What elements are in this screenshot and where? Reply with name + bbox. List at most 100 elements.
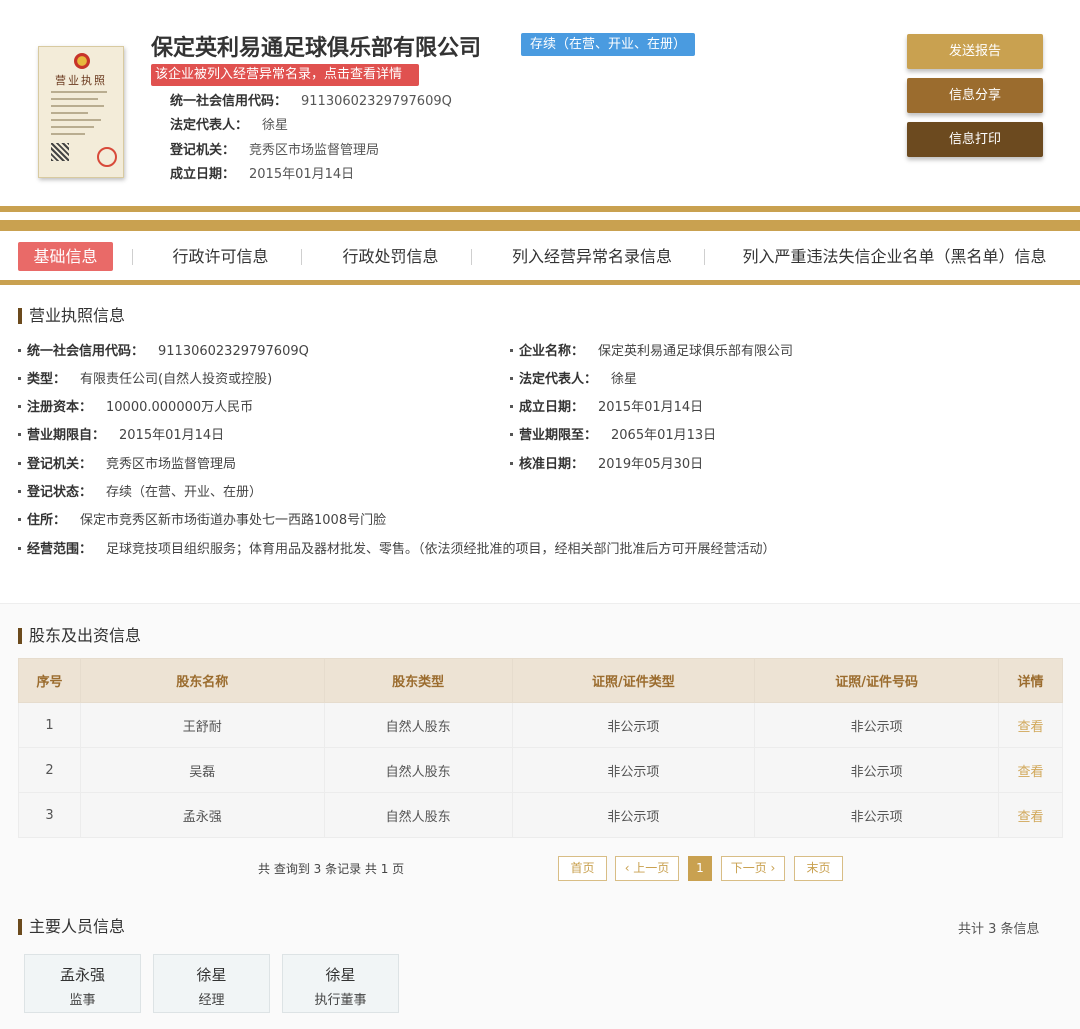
tab-abnormal-list[interactable]: 列入经营异常名录信息 bbox=[505, 242, 679, 271]
header-credit-code-value: 91130602329797609Q bbox=[301, 94, 452, 109]
field-value: 竞秀区市场监督管理局 bbox=[106, 457, 237, 472]
cell-shareholder-name: 孟永强 bbox=[79, 792, 325, 838]
person-card[interactable]: 徐星 执行董事 bbox=[282, 954, 399, 1013]
field-label: 成立日期： bbox=[519, 400, 585, 415]
field-value: 2015年01月14日 bbox=[119, 428, 225, 443]
cell-index: 3 bbox=[18, 792, 81, 838]
tab-separator bbox=[704, 249, 705, 265]
tab-basic-info[interactable]: 基础信息 bbox=[18, 242, 113, 271]
field-value: 徐星 bbox=[611, 372, 638, 387]
shareholders-table: 序号 股东名称 股东类型 证照/证件类型 证照/证件号码 详情 1 王舒耐 自然… bbox=[18, 658, 1063, 838]
field-address: 住所： 保定市竞秀区新市场街道办事处七一西路1008号门脸 bbox=[18, 512, 386, 530]
person-role: 经理 bbox=[198, 993, 225, 1008]
column-header-id-type: 证照/证件类型 bbox=[511, 658, 756, 703]
cell-shareholder-type: 自然人股东 bbox=[323, 747, 513, 793]
bullet-dot bbox=[18, 349, 21, 352]
shareholders-section-title: 股东及出资信息 bbox=[18, 626, 141, 646]
current-page-button[interactable]: 1 bbox=[688, 856, 712, 881]
header-legal-rep-label: 法定代表人： bbox=[170, 118, 249, 133]
field-value: 10000.000000万人民币 bbox=[106, 400, 254, 415]
prev-page-button[interactable]: ‹ 上一页 bbox=[615, 856, 679, 881]
field-term-to: 营业期限至： 2065年01月13日 bbox=[510, 427, 716, 445]
field-label: 登记机关： bbox=[27, 457, 93, 472]
view-details-link[interactable]: 查看 bbox=[998, 747, 1063, 793]
header-legal-rep-row: 法定代表人： 徐星 bbox=[170, 117, 288, 135]
field-status: 登记状态： 存续（在营、开业、在册） bbox=[18, 484, 262, 502]
header-founded-value: 2015年01月14日 bbox=[249, 167, 355, 182]
table-row: 1 王舒耐 自然人股东 非公示项 非公示项 查看 bbox=[18, 702, 1063, 748]
cell-id-type: 非公示项 bbox=[511, 747, 756, 793]
column-header-id-number: 证照/证件号码 bbox=[754, 658, 999, 703]
print-info-button[interactable]: 信息打印 bbox=[907, 122, 1043, 157]
field-label: 经营范围： bbox=[27, 542, 93, 557]
field-value: 91130602329797609Q bbox=[158, 344, 309, 359]
bullet-dot bbox=[18, 377, 21, 380]
bullet-dot bbox=[18, 433, 21, 436]
abnormal-list-notice[interactable]: 该企业被列入经营异常名录，点击查看详情 bbox=[151, 64, 419, 86]
field-label: 住所： bbox=[27, 513, 67, 528]
field-label: 类型： bbox=[27, 372, 67, 387]
bullet-dot bbox=[18, 462, 21, 465]
table-row: 3 孟永强 自然人股东 非公示项 非公示项 查看 bbox=[18, 792, 1063, 838]
field-scope: 经营范围： 足球竞技项目组织服务；体育用品及器材批发、零售。（依法须经批准的项目，… bbox=[18, 541, 776, 559]
field-value: 2065年01月13日 bbox=[611, 428, 717, 443]
cell-id-number: 非公示项 bbox=[754, 792, 999, 838]
tab-blacklist[interactable]: 列入严重违法失信企业名单（黑名单）信息 bbox=[738, 242, 1051, 271]
header-divider-top bbox=[0, 206, 1080, 212]
header-founded-row: 成立日期： 2015年01月14日 bbox=[170, 166, 354, 184]
business-license-image[interactable]: 营业执照 bbox=[38, 46, 124, 178]
column-header-index: 序号 bbox=[18, 658, 81, 703]
personnel-section-title: 主要人员信息 bbox=[18, 917, 125, 937]
view-details-link[interactable]: 查看 bbox=[998, 702, 1063, 748]
field-value: 有限责任公司(自然人投资或控股) bbox=[80, 372, 273, 387]
field-value: 存续（在营、开业、在册） bbox=[106, 485, 263, 500]
person-card[interactable]: 徐星 经理 bbox=[153, 954, 270, 1013]
field-credit-code: 统一社会信用代码： 91130602329797609Q bbox=[18, 343, 309, 361]
header-founded-label: 成立日期： bbox=[170, 167, 236, 182]
field-legal-rep: 法定代表人： 徐星 bbox=[510, 371, 637, 389]
bullet-dot bbox=[18, 405, 21, 408]
field-capital: 注册资本： 10000.000000万人民币 bbox=[18, 399, 253, 417]
next-page-button[interactable]: 下一页 › bbox=[721, 856, 785, 881]
field-label: 营业期限至： bbox=[519, 428, 598, 443]
header-authority-row: 登记机关： 竞秀区市场监督管理局 bbox=[170, 142, 379, 160]
send-report-button[interactable]: 发送报告 bbox=[907, 34, 1043, 69]
view-details-link[interactable]: 查看 bbox=[998, 792, 1063, 838]
tab-admin-penalty[interactable]: 行政处罚信息 bbox=[330, 242, 451, 271]
personnel-count: 共计 3 条信息 bbox=[958, 922, 1040, 937]
person-role: 执行董事 bbox=[314, 993, 367, 1008]
cell-index: 2 bbox=[18, 747, 81, 793]
first-page-button[interactable]: 首页 bbox=[558, 856, 607, 881]
bullet-dot bbox=[510, 462, 513, 465]
field-company-name: 企业名称： 保定英利易通足球俱乐部有限公司 bbox=[510, 343, 793, 361]
pagination-summary: 共 查询到 3 条记录 共 1 页 bbox=[258, 862, 405, 876]
table-row: 2 吴磊 自然人股东 非公示项 非公示项 查看 bbox=[18, 747, 1063, 793]
company-name-heading: 保定英利易通足球俱乐部有限公司 bbox=[151, 36, 482, 61]
cell-id-number: 非公示项 bbox=[754, 747, 999, 793]
header-authority-label: 登记机关： bbox=[170, 143, 236, 158]
field-approved: 核准日期： 2019年05月30日 bbox=[510, 456, 703, 474]
field-value: 保定市竞秀区新市场街道办事处七一西路1008号门脸 bbox=[80, 513, 387, 528]
header-credit-code-label: 统一社会信用代码： bbox=[170, 94, 288, 109]
header-divider-bottom bbox=[0, 220, 1080, 231]
field-founded: 成立日期： 2015年01月14日 bbox=[510, 399, 703, 417]
field-label: 登记状态： bbox=[27, 485, 93, 500]
person-name: 徐星 bbox=[196, 966, 227, 984]
tab-separator bbox=[471, 249, 472, 265]
license-image-title: 营业执照 bbox=[55, 74, 107, 87]
bullet-dot bbox=[510, 433, 513, 436]
field-term-from: 营业期限自： 2015年01月14日 bbox=[18, 427, 224, 445]
cell-shareholder-name: 吴磊 bbox=[79, 747, 325, 793]
field-authority: 登记机关： 竞秀区市场监督管理局 bbox=[18, 456, 236, 474]
tab-admin-license[interactable]: 行政许可信息 bbox=[160, 242, 281, 271]
person-name: 孟永强 bbox=[59, 966, 105, 984]
column-header-name: 股东名称 bbox=[79, 658, 325, 703]
person-card[interactable]: 孟永强 监事 bbox=[24, 954, 141, 1013]
official-seal-icon bbox=[97, 147, 117, 167]
license-section-title: 营业执照信息 bbox=[18, 306, 125, 326]
column-header-type: 股东类型 bbox=[323, 658, 513, 703]
share-info-button[interactable]: 信息分享 bbox=[907, 78, 1043, 113]
last-page-button[interactable]: 末页 bbox=[794, 856, 843, 881]
header-credit-code-row: 统一社会信用代码： 91130602329797609Q bbox=[170, 93, 452, 111]
tab-separator bbox=[132, 249, 133, 265]
